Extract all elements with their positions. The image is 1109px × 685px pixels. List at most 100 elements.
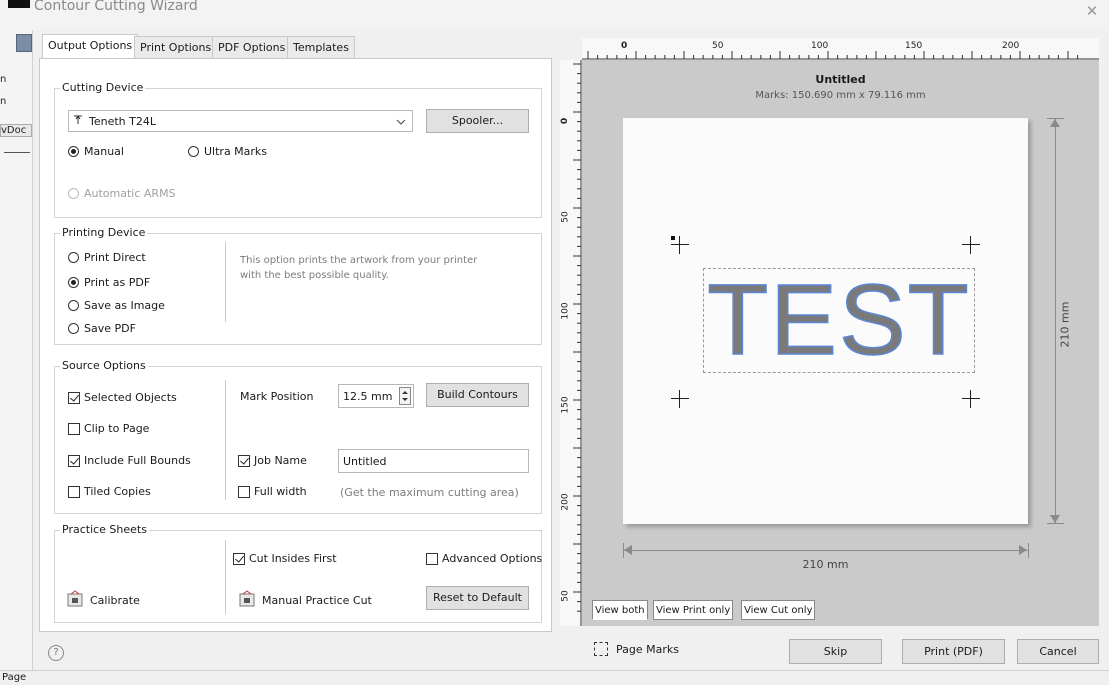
ruler-top-label: 0 — [621, 41, 628, 51]
radio-indicator — [68, 252, 79, 263]
ruler-left-label: 0 — [560, 117, 571, 125]
spooler-button[interactable]: Spooler... — [426, 109, 529, 133]
height-dimension-line — [1055, 118, 1056, 524]
checkbox-indicator — [68, 391, 80, 404]
checkbox-indicator — [68, 422, 80, 435]
manual-label: Manual — [84, 145, 124, 158]
width-dimension-line — [623, 550, 1028, 551]
checkbox-indicator — [68, 485, 80, 498]
job-name-input[interactable]: Untitled — [338, 449, 529, 473]
include-full-bounds-checkbox[interactable]: Include Full Bounds — [68, 454, 191, 467]
height-dimension-label: 210 mm — [1058, 301, 1072, 348]
ruler-left-label: 100 — [560, 302, 571, 320]
tiled-copies-label: Tiled Copies — [84, 485, 151, 498]
ultra-marks-radio[interactable]: Ultra Marks — [188, 145, 267, 158]
cancel-button[interactable]: Cancel — [1017, 639, 1099, 664]
mark-position-label: Mark Position — [240, 390, 314, 403]
calibrate-button[interactable]: Calibrate — [66, 590, 140, 611]
page-marks-label: Page Marks — [616, 642, 679, 656]
tab-view-cut-only[interactable]: View Cut only — [741, 600, 816, 620]
tiled-copies-checkbox[interactable]: Tiled Copies — [68, 485, 151, 498]
page-marks-icon — [594, 642, 608, 656]
clip-to-page-checkbox[interactable]: Clip to Page — [68, 422, 149, 435]
manual-radio[interactable]: Manual — [68, 145, 124, 158]
clip-to-page-label: Clip to Page — [84, 422, 150, 435]
save-as-image-radio[interactable]: Save as Image — [68, 299, 165, 312]
arrow-up-icon — [1050, 119, 1060, 127]
registration-mark-origin — [671, 236, 675, 240]
tab-output-options[interactable]: Output Options — [42, 34, 139, 59]
dimension-tick — [1047, 523, 1064, 524]
divider — [225, 242, 226, 322]
group-label: Printing Device — [60, 226, 148, 239]
registration-mark — [962, 236, 980, 254]
ruler-top-label: 150 — [905, 41, 923, 51]
ruler-top — [582, 38, 1099, 60]
tab-pdf-options[interactable]: PDF Options — [212, 36, 292, 58]
print-pdf-button[interactable]: Print (PDF) — [902, 639, 1005, 664]
background-item: n — [0, 74, 7, 85]
print-as-pdf-radio[interactable]: Print as PDF — [68, 276, 150, 289]
status-bar — [0, 670, 1109, 685]
radio-indicator — [68, 300, 79, 311]
manual-practice-cut-button[interactable]: Manual Practice Cut — [238, 590, 372, 611]
cutting-device-select[interactable]: Teneth T24L — [68, 110, 413, 132]
save-icon — [16, 34, 32, 52]
page-marks-toggle[interactable]: Page Marks — [594, 642, 679, 656]
ruler-left-label: 200 — [560, 493, 571, 511]
automatic-arms-radio[interactable]: Automatic ARMS — [68, 187, 176, 200]
radio-indicator — [68, 323, 79, 334]
close-button[interactable]: ✕ — [1082, 2, 1102, 20]
checkbox-indicator — [68, 454, 80, 467]
ruler-top-label: 50 — [712, 41, 724, 51]
checkbox-indicator — [238, 485, 250, 498]
full-width-hint: (Get the maximum cutting area) — [340, 486, 519, 499]
background-item: vDoc — [0, 124, 32, 137]
preview-doc-title: Untitled — [815, 73, 866, 86]
include-full-bounds-label: Include Full Bounds — [84, 454, 191, 467]
ruler-left-label: 50 — [560, 211, 571, 223]
cut-insides-first-checkbox[interactable]: Cut Insides First — [233, 552, 337, 565]
advanced-options-checkbox[interactable]: Advanced Options — [426, 552, 542, 565]
full-width-checkbox[interactable]: Full width — [238, 485, 307, 498]
print-as-pdf-label: Print as PDF — [84, 276, 151, 289]
radio-indicator — [68, 277, 79, 288]
stepper-arrows-icon[interactable] — [399, 387, 411, 405]
tab-templates[interactable]: Templates — [287, 36, 355, 58]
ruler-left-label: 150 — [560, 396, 571, 414]
dimension-tick — [1028, 543, 1029, 558]
manual-practice-cut-label: Manual Practice Cut — [262, 594, 372, 607]
print-direct-radio[interactable]: Print Direct — [68, 251, 146, 264]
status-page-label: Page — [2, 672, 27, 683]
background-ruler — [4, 152, 30, 159]
skip-button[interactable]: Skip — [789, 639, 882, 664]
selected-objects-checkbox[interactable]: Selected Objects — [68, 391, 177, 404]
chevron-down-icon — [396, 116, 406, 129]
window-title: Contour Cutting Wizard — [34, 0, 198, 14]
advanced-options-label: Advanced Options — [442, 552, 543, 565]
cutter-icon — [73, 114, 83, 128]
preview-marks-info: Marks: 150.690 mm x 79.116 mm — [755, 90, 926, 101]
reset-to-default-button[interactable]: Reset to Default — [426, 586, 529, 610]
full-width-label: Full width — [254, 485, 307, 498]
ruler-left-label: 50 — [560, 590, 571, 602]
calibrate-label: Calibrate — [90, 594, 140, 607]
group-label: Cutting Device — [60, 81, 146, 94]
build-contours-button[interactable]: Build Contours — [426, 383, 529, 407]
help-icon[interactable]: ? — [48, 645, 64, 661]
radio-indicator — [188, 146, 199, 157]
checkbox-indicator — [426, 552, 438, 565]
radio-indicator — [68, 146, 79, 157]
mark-position-stepper[interactable]: 12.5 mm — [338, 384, 414, 408]
artwork-text: TEST — [706, 263, 971, 377]
tab-print-options[interactable]: Print Options — [134, 36, 218, 58]
group-label: Source Options — [60, 359, 148, 372]
print-description: This option prints the artwork from your… — [240, 255, 478, 281]
automatic-arms-label: Automatic ARMS — [84, 187, 176, 200]
job-name-checkbox[interactable]: Job Name — [238, 454, 307, 467]
tab-view-print-only[interactable]: View Print only — [653, 600, 734, 620]
group-label: Practice Sheets — [60, 523, 149, 536]
save-as-image-label: Save as Image — [84, 299, 165, 312]
save-pdf-radio[interactable]: Save PDF — [68, 322, 136, 335]
tab-view-both[interactable]: View both — [592, 600, 648, 620]
